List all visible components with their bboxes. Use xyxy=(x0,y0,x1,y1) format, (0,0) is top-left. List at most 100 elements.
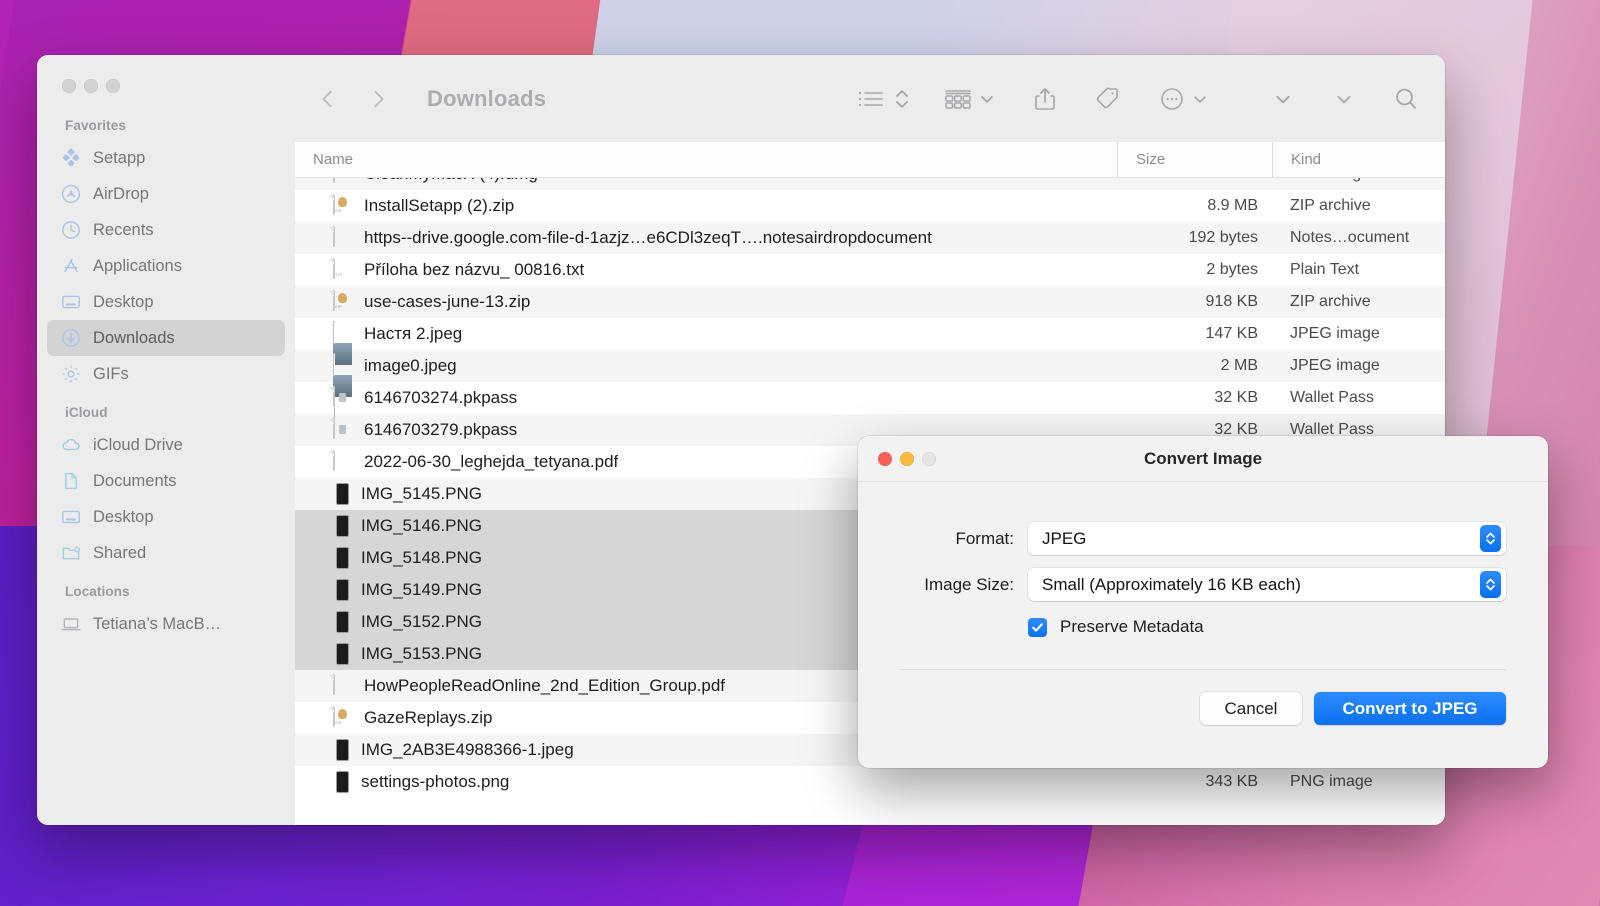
file-size-cell: 103.4 MB xyxy=(1117,178,1272,183)
zoom-button[interactable] xyxy=(106,79,120,93)
file-name: IMG_5153.PNG xyxy=(361,644,482,663)
sidebar-item-label: Tetiana’s MacB… xyxy=(93,614,222,633)
table-row[interactable]: ZIP InstallSetapp (2).zip 8.9 MB ZIP archiv… xyxy=(295,190,1445,222)
image-file-icon xyxy=(333,353,352,418)
minimize-button[interactable] xyxy=(84,79,98,93)
file-name-cell: ZIP InstallSetapp (2).zip xyxy=(295,194,1117,217)
toolbar-actions xyxy=(857,82,1445,116)
sidebar-item-documents[interactable]: Documents xyxy=(47,463,285,499)
table-row[interactable]: Настя 2.jpeg 147 KB JPEG image xyxy=(295,318,1445,386)
overflow-chevron-down-icon-2[interactable] xyxy=(1335,82,1353,116)
zip-file-icon: ZIP xyxy=(333,290,352,313)
window-traffic-lights[interactable] xyxy=(37,55,295,93)
sidebar-item-airdrop[interactable]: AirDrop xyxy=(47,176,285,212)
dialog-titlebar: Convert Image xyxy=(858,436,1548,482)
table-row[interactable]: https--drive.google.com-file-d-1azjz…e6C… xyxy=(295,222,1445,254)
table-row[interactable]: image0.jpeg 2 MB JPEG image xyxy=(295,350,1445,418)
group-items-chevron-down-icon[interactable] xyxy=(979,82,995,116)
format-value: JPEG xyxy=(1042,528,1087,548)
share-icon[interactable] xyxy=(1033,82,1057,116)
file-name: https--drive.google.com-file-d-1azjz…e6C… xyxy=(364,228,932,247)
file-kind-cell: Wallet Pass xyxy=(1290,389,1374,406)
sort-updown-icon[interactable] xyxy=(894,82,910,116)
file-name: IMG_5145.PNG xyxy=(361,484,482,503)
file-kind-cell: ZIP archive xyxy=(1290,293,1371,310)
file-name-cell: https--drive.google.com-file-d-1azjz…e6C… xyxy=(295,226,1117,249)
dialog-footer: Cancel Convert to JPEG xyxy=(858,670,1548,725)
close-button[interactable] xyxy=(62,79,76,93)
file-name-cell: CleanMyMacX (4).dmg xyxy=(295,178,1117,185)
image-file-icon xyxy=(333,321,352,386)
table-row[interactable]: 6146703274.pkpass 32 KB Wallet Pass xyxy=(295,382,1445,414)
file-name: Příloha bez názvu_ 00816.txt xyxy=(364,260,585,279)
image-size-label: Image Size: xyxy=(924,574,1014,594)
sidebar-item-label: Setapp xyxy=(93,148,146,167)
dialog-body: Format: JPEG Image Size: Small (Approxim… xyxy=(858,482,1548,637)
sidebar-item-desktop[interactable]: Desktop xyxy=(47,499,285,535)
list-view-icon[interactable] xyxy=(857,82,884,116)
file-size-cell: 343 KB xyxy=(1205,773,1258,790)
overflow-chevron-down-icon-1[interactable] xyxy=(1274,82,1292,116)
gear-icon xyxy=(60,363,82,385)
format-label: Format: xyxy=(955,528,1014,548)
file-size-cell: 147 KB xyxy=(1205,325,1258,342)
format-stepper-icon[interactable] xyxy=(1480,525,1501,552)
sidebar-item-tetiana-s-macb[interactable]: Tetiana’s MacB… xyxy=(47,606,285,642)
image-size-select[interactable]: Small (Approximately 16 KB each) xyxy=(1028,568,1506,601)
sidebar-item-label: iCloud Drive xyxy=(93,435,183,454)
sidebar-item-gifs[interactable]: GIFs xyxy=(47,356,285,392)
sidebar-item-desktop[interactable]: Desktop xyxy=(47,284,285,320)
toolbar: Downloads xyxy=(295,55,1445,142)
dialog-title: Convert Image xyxy=(1143,448,1263,468)
forward-button[interactable] xyxy=(367,82,389,116)
sidebar-item-setapp[interactable]: Setapp xyxy=(47,140,285,176)
file-name: IMG_5149.PNG xyxy=(361,580,482,599)
sidebar-item-icloud-drive[interactable]: iCloud Drive xyxy=(47,427,285,463)
sidebar-item-shared[interactable]: Shared xyxy=(47,535,285,571)
convert-to-jpeg-button[interactable]: Convert to JPEG xyxy=(1314,692,1506,725)
column-header-kind[interactable]: Kind xyxy=(1272,142,1445,177)
page-title: Downloads xyxy=(427,85,547,111)
sidebar-item-label: Desktop xyxy=(93,292,154,311)
sidebar-sections: Favorites Setapp AirDrop Recents Applicatio… xyxy=(37,93,295,642)
file-name: image0.jpeg xyxy=(364,356,457,375)
sidebar-item-downloads[interactable]: Downloads xyxy=(47,320,285,356)
more-ellipsis-icon[interactable] xyxy=(1159,82,1185,116)
file-name: GazeReplays.zip xyxy=(364,708,493,727)
applications-icon xyxy=(60,255,82,277)
zip-file-icon: ZIP xyxy=(333,706,352,729)
search-icon[interactable] xyxy=(1393,82,1419,116)
cancel-button[interactable]: Cancel xyxy=(1200,692,1302,725)
file-name: 2022-06-30_leghejda_tetyana.pdf xyxy=(364,452,619,471)
image-size-stepper-icon[interactable] xyxy=(1480,571,1501,598)
tag-icon[interactable] xyxy=(1095,82,1121,116)
table-row[interactable]: CleanMyMacX (4).dmg 103.4 MBDisk Image xyxy=(295,178,1445,190)
back-button[interactable] xyxy=(317,82,339,116)
desktop-icon xyxy=(60,291,82,313)
more-chevron-down-icon[interactable] xyxy=(1192,82,1208,116)
file-kind-cell: JPEG image xyxy=(1290,325,1380,342)
table-row[interactable]: TXT Příloha bez názvu_ 00816.txt 2 bytes Pl… xyxy=(295,254,1445,286)
format-select[interactable]: JPEG xyxy=(1028,522,1506,555)
column-header-name[interactable]: Name xyxy=(295,142,1117,177)
notes-file-icon xyxy=(333,226,352,249)
column-header-size[interactable]: Size xyxy=(1117,142,1272,177)
column-headers: Name Size Kind xyxy=(295,142,1445,178)
preserve-metadata-checkbox[interactable] xyxy=(1028,617,1047,637)
group-items-icon[interactable] xyxy=(944,82,972,116)
file-kind-cell: ZIP archive xyxy=(1290,197,1371,214)
laptop-icon xyxy=(60,613,82,635)
table-row[interactable]: settings-photos.png 343 KB PNG image xyxy=(295,766,1445,798)
file-kind-cell: JPEG image xyxy=(1290,357,1380,374)
wallet-pass-file-icon xyxy=(333,386,352,409)
sidebar-item-recents[interactable]: Recents xyxy=(47,212,285,248)
file-name: 6146703274.pkpass xyxy=(364,388,518,407)
document-icon xyxy=(60,470,82,492)
table-row[interactable]: ZIP use-cases-june-13.zip 918 KB ZIP archiv… xyxy=(295,286,1445,318)
file-name: use-cases-june-13.zip xyxy=(364,292,531,311)
pdf-file-icon xyxy=(333,450,352,473)
sidebar-item-applications[interactable]: Applications xyxy=(47,248,285,284)
sidebar-item-label: Downloads xyxy=(93,328,175,347)
file-size-cell: 2 MB xyxy=(1220,357,1258,374)
file-size-cell: 918 KB xyxy=(1205,293,1258,310)
